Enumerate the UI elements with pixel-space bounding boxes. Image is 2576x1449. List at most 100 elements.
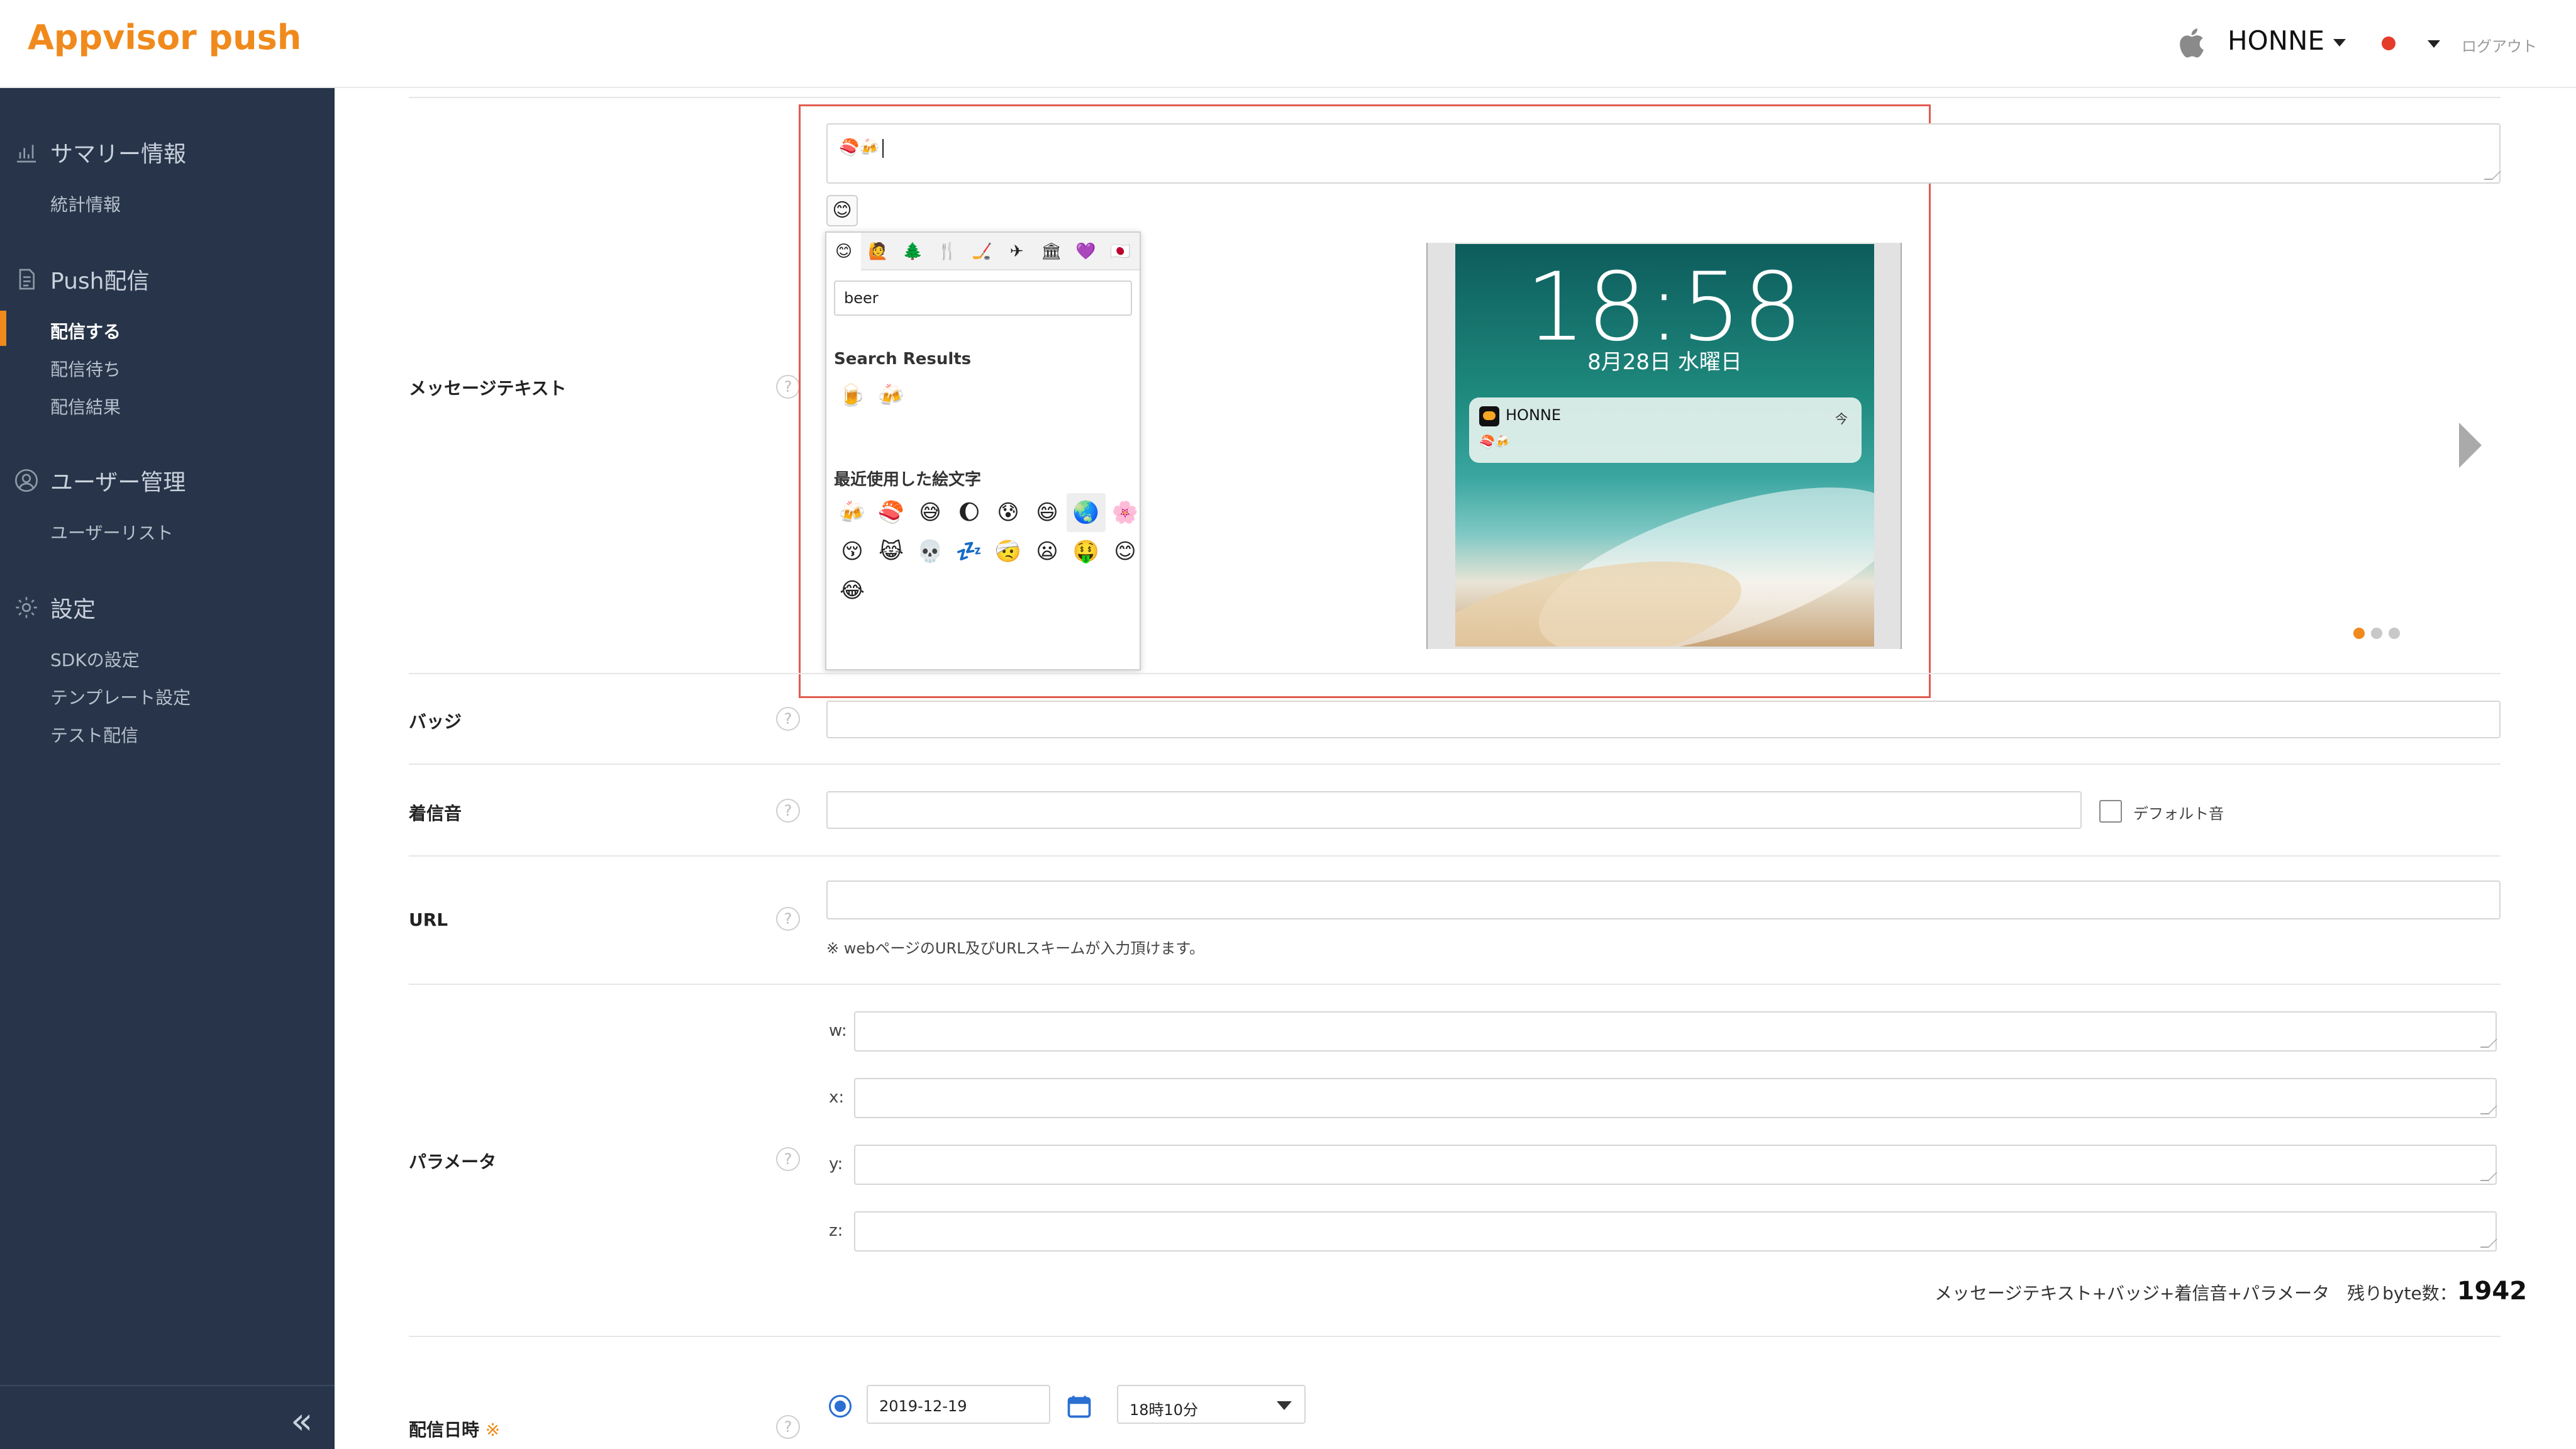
collapse-sidebar-icon[interactable]: « [291,1402,313,1439]
tab-smileys[interactable]: 😊 [826,233,861,270]
emoji-item[interactable]: 😅 [911,493,950,532]
remaining-bytes-value: 1942 [2457,1277,2528,1306]
emoji-item[interactable]: 🌏 [1067,493,1106,532]
chevron-down-icon [2333,38,2346,47]
badge-input[interactable] [826,701,2501,738]
emoji-search-input[interactable]: beer [834,280,1132,316]
sidebar-item-sdk[interactable]: SDKの設定 [50,647,140,672]
carousel-dot[interactable] [2371,628,2382,639]
resize-handle[interactable] [2480,1239,2497,1248]
default-sound-checkbox[interactable] [2099,800,2122,823]
sidebar-item-user-list[interactable]: ユーザーリスト [50,519,173,545]
carousel-dots [2353,628,2400,639]
time-value: 18時10分 [1130,1401,1199,1419]
emoji-item[interactable]: 😦 [1028,532,1067,571]
apple-icon [2180,28,2204,58]
tab-activity[interactable]: 🏒 [965,233,999,270]
message-label: メッセージテキスト [409,378,567,399]
sidebar-item-pending[interactable]: 配信待ち [50,356,121,381]
tab-people[interactable]: 🙋 [861,233,896,270]
date-value: 2019-12-19 [879,1397,967,1415]
emoji-item[interactable]: 😚 [833,532,872,571]
resize-handle[interactable] [2480,1106,2497,1114]
bar-chart-icon [17,145,36,163]
language-flag-icon[interactable] [2382,36,2396,50]
notification-app-name: HONNE [1506,406,1562,424]
resize-handle[interactable] [2484,171,2501,180]
schedule-radio[interactable] [829,1395,852,1418]
remaining-bytes: メッセージテキスト+バッジ+着信音+パラメータ 残りbyte数：1942 [1935,1277,2527,1306]
sidebar-item-stats[interactable]: 統計情報 [50,191,121,216]
emoji-item[interactable]: 💀 [911,532,950,571]
message-textarea[interactable]: 🍣🍻 [826,123,2501,184]
emoji-item[interactable]: 😰 [989,493,1028,532]
emoji-item[interactable]: 😹 [872,532,911,571]
sidebar-section-push[interactable]: Push配信 [14,263,149,296]
emoji-item[interactable]: 🤕 [989,532,1028,571]
emoji-item[interactable]: 🍣 [872,493,911,532]
help-icon[interactable]: ? [776,375,800,399]
sidebar-item-templates[interactable]: テンプレート設定 [50,684,191,709]
top-header: Appvisor push HONNE ログアウト [0,0,2576,88]
emoji-item[interactable]: 😄 [1028,493,1067,532]
recent-emoji-grid: 🍻 🍣 😅 🌔 😰 😄 🌏 🌸 😚 😹 💀 💤 🤕 😦 🤑 😊 😂 [833,493,1145,610]
tab-flags[interactable]: 🇯🇵 [1103,233,1138,270]
tab-nature[interactable]: 🌲 [896,233,930,270]
help-icon[interactable]: ? [776,1147,800,1171]
emoji-item[interactable]: 🤑 [1067,532,1106,571]
sidebar-item-send[interactable]: 配信する [50,318,121,343]
param-z-input[interactable] [854,1211,2497,1252]
chevron-down-icon [1277,1401,1292,1410]
calendar-icon[interactable] [1065,1392,1093,1420]
emoji-item[interactable]: 😊 [1106,532,1145,571]
emoji-item[interactable]: 🌔 [950,493,989,532]
sidebar-item-results[interactable]: 配信結果 [50,394,121,419]
sidebar-section-summary[interactable]: サマリー情報 [14,136,186,169]
sidebar-section-users[interactable]: ユーザー管理 [14,464,186,497]
schedule-label-text: 配信日時 [409,1419,480,1440]
sidebar-item-test-send[interactable]: テスト配信 [50,722,138,747]
carousel-dot[interactable] [2389,628,2400,639]
app-logo[interactable]: Appvisor push [28,18,301,57]
emoji-item[interactable]: 😂 [833,571,872,610]
help-icon[interactable]: ? [776,907,800,931]
help-icon[interactable]: ? [776,707,800,731]
sound-input[interactable] [826,791,2082,829]
resize-handle[interactable] [2480,1039,2497,1048]
phone-preview: 18:58 8月28日 水曜日 HONNE 今 🍣🍻 [1426,243,1902,649]
row-divider [409,673,2501,674]
emoji-item[interactable]: 🌸 [1106,493,1145,532]
tab-travel[interactable]: ✈ [999,233,1034,270]
emoji-picker: 😊 🙋 🌲 🍴 🏒 ✈ 🏛 💜 🇯🇵 beer Search Results 🍺… [825,231,1141,670]
emoji-item[interactable]: 🍺 [833,376,872,415]
text-cursor [882,138,884,158]
logout-link[interactable]: ログアウト [2462,34,2537,56]
help-icon[interactable]: ? [776,799,800,823]
resize-handle[interactable] [2480,1172,2497,1181]
emoji-item[interactable]: 🍻 [872,376,911,415]
row-divider [409,97,2501,98]
sidebar-section-settings[interactable]: 設定 [14,591,96,624]
param-w-input[interactable] [854,1011,2497,1052]
date-input[interactable]: 2019-12-19 [867,1385,1050,1424]
param-key-x: x: [829,1088,845,1107]
tab-objects[interactable]: 🏛 [1034,233,1069,270]
sidebar-section-label: ユーザー管理 [50,470,186,496]
row-divider [409,763,2501,765]
time-select[interactable]: 18時10分 [1117,1385,1306,1424]
carousel-dot[interactable] [2353,628,2365,639]
help-icon[interactable]: ? [776,1415,800,1439]
chevron-down-icon[interactable] [2428,40,2440,48]
required-mark: ※ [485,1419,501,1440]
emoji-picker-button[interactable]: 😊 [826,195,858,226]
param-x-input[interactable] [854,1078,2497,1118]
tab-symbols[interactable]: 💜 [1069,233,1103,270]
param-y-input[interactable] [854,1145,2497,1185]
emoji-item[interactable]: 💤 [950,532,989,571]
sidebar: サマリー情報 統計情報 Push配信 配信する 配信待ち 配信結果 ユーザー管理… [0,88,335,1449]
emoji-item[interactable]: 🍻 [833,493,872,532]
next-preview-arrow-icon[interactable] [2459,423,2482,468]
url-input[interactable] [826,880,2501,919]
account-menu[interactable]: HONNE [2228,25,2346,56]
tab-food[interactable]: 🍴 [930,233,965,270]
